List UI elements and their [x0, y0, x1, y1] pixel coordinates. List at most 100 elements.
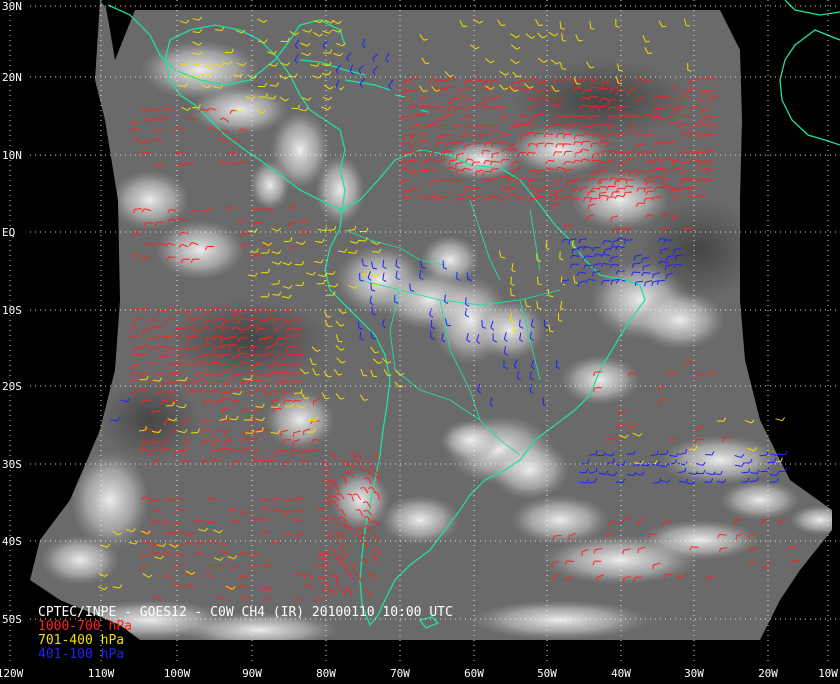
wind-barb-staff: [564, 144, 571, 145]
wind-barb-staff: [215, 431, 222, 432]
wind-barb-staff: [223, 409, 230, 410]
wind-barb-flag: [233, 311, 234, 315]
wind-barb-staff: [547, 143, 554, 144]
wind-barb-staff: [714, 474, 721, 475]
wind-barb-flag: [692, 125, 693, 129]
lon-label-20w: 20W: [758, 667, 778, 680]
wind-barb-staff: [284, 381, 291, 382]
wind-barb-flag: [283, 463, 284, 467]
lat-label-eq: EQ: [2, 226, 15, 239]
wind-barb-flag: [590, 67, 594, 68]
wind-barb-staff: [302, 461, 309, 462]
wind-barb-staff: [658, 280, 665, 281]
cloud-patch: [510, 495, 610, 545]
wind-barb-flag: [456, 164, 457, 168]
wind-barb-staff: [554, 535, 561, 536]
wind-barb-staff: [624, 229, 631, 230]
wind-barb-staff: [447, 135, 454, 136]
clear-sky-patch: [510, 60, 690, 140]
lon-label-40w: 40W: [611, 667, 631, 680]
wind-barb-flag: [681, 180, 682, 184]
lat-label-10s: 10S: [2, 304, 22, 317]
wind-barb-staff: [224, 399, 231, 400]
wind-barb-staff: [360, 332, 361, 339]
imagery-base: [0, 0, 840, 680]
wind-barb-staff: [179, 86, 186, 87]
wind-barb-flag: [666, 257, 667, 261]
wind-barb-staff: [410, 90, 417, 91]
wind-barb-flag: [655, 109, 656, 113]
wind-barb-staff: [348, 230, 355, 231]
wind-barb-flag: [268, 374, 269, 378]
legend-mid-level: 701-400 hPa: [38, 633, 124, 648]
wind-barb-flag: [224, 383, 225, 387]
wind-barb-flag: [284, 322, 285, 326]
wind-barb-flag: [374, 476, 378, 477]
wind-barb-flag: [196, 374, 197, 378]
lat-label-40s: 40S: [2, 535, 22, 548]
wind-barb-staff: [272, 284, 279, 285]
wind-barb-flag: [331, 518, 335, 519]
cloud-patch: [720, 480, 800, 520]
wind-barb-staff: [616, 482, 623, 483]
wind-barb-flag: [421, 162, 422, 166]
wind-barb-flag: [322, 462, 326, 463]
wind-barb-staff: [133, 365, 140, 366]
wind-barb-staff: [719, 534, 726, 535]
wind-barb-staff: [741, 482, 748, 483]
lon-label-70w: 70W: [390, 667, 410, 680]
cloud-patch: [265, 390, 335, 450]
wind-barb-staff: [537, 133, 544, 134]
cloud-patch: [110, 170, 190, 230]
wind-barb-flag: [203, 402, 204, 406]
wind-barb-staff: [660, 454, 667, 455]
cloud-patch: [155, 220, 245, 280]
wind-barb-flag: [572, 250, 573, 254]
wind-barb-flag: [662, 26, 666, 27]
lon-label-50w: 50W: [537, 667, 557, 680]
wind-barb-staff: [511, 288, 512, 295]
wind-barb-staff: [414, 115, 421, 116]
wind-barb-staff: [135, 209, 142, 210]
wind-barb-flag: [609, 101, 610, 105]
clear-sky-patch: [170, 300, 330, 380]
wind-barb-staff: [682, 171, 689, 172]
wind-barb-flag: [293, 441, 294, 445]
wind-barb-flag: [735, 521, 736, 525]
wind-barb-staff: [585, 197, 592, 198]
wind-barb-flag: [430, 182, 431, 186]
wind-barb-flag: [221, 329, 222, 333]
legend-low-level: 1000-700 hPa: [38, 619, 132, 634]
wind-barb-flag: [366, 462, 370, 463]
wind-barb-staff: [590, 21, 591, 28]
cloud-patch: [315, 155, 365, 225]
lat-label-30n: 30N: [2, 0, 22, 13]
wind-barb-flag: [439, 136, 440, 140]
wind-barb-flag: [248, 356, 249, 360]
wind-barb-flag: [463, 26, 467, 27]
wind-barb-flag: [623, 550, 624, 554]
lon-label-110w: 110W: [88, 667, 115, 680]
wind-barb-flag: [425, 63, 429, 64]
wind-barb-staff: [223, 392, 230, 393]
wind-barb-staff: [617, 465, 624, 466]
wind-barb-flag: [701, 118, 702, 122]
wind-barb-staff: [600, 187, 607, 188]
wind-barb-flag: [276, 373, 277, 377]
wind-barb-staff: [455, 142, 462, 143]
wind-barb-staff: [229, 419, 236, 420]
cloud-patch: [640, 520, 760, 560]
cloud-patch: [440, 420, 500, 460]
wind-barb-flag: [182, 421, 183, 425]
wind-barb-staff: [710, 125, 717, 126]
legend-high-level: 401-100 hPa: [38, 647, 124, 662]
wind-barb-staff: [531, 79, 538, 80]
lon-label-120w: 120W: [0, 667, 24, 680]
wind-barb-staff: [195, 329, 202, 330]
wind-barb-staff: [678, 472, 685, 473]
wind-barb-flag: [648, 53, 652, 54]
wind-barb-flag: [596, 468, 597, 472]
wind-barb-staff: [675, 99, 682, 100]
wind-barb-staff: [446, 151, 453, 152]
wind-barb-flag: [707, 577, 708, 581]
